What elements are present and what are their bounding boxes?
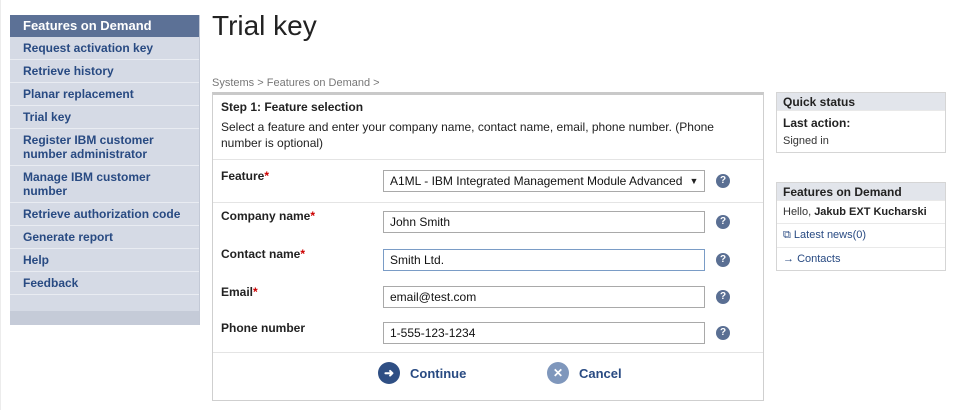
features-on-demand-box: Features on Demand Hello, Jakub EXT Kuch… (776, 182, 946, 271)
page-left-rule (0, 0, 1, 410)
breadcrumb-systems[interactable]: Systems (212, 77, 254, 89)
fod-box-title: Features on Demand (777, 183, 945, 200)
contact-name-label-text: Contact name (221, 247, 301, 261)
step-description: Select a feature and enter your company … (221, 120, 714, 150)
arrow-right-icon: ➜ (378, 362, 400, 384)
windows-icon: ⧉ (783, 229, 791, 241)
required-marker: * (300, 247, 306, 261)
greeting: Hello, Jakub EXT Kucharski (777, 200, 945, 223)
feature-label-text: Feature (221, 169, 265, 183)
nav-item-request-activation-key[interactable]: Request activation key (10, 37, 199, 60)
required-marker: * (264, 169, 270, 183)
breadcrumb-separator: > (373, 77, 380, 89)
step-title: Step 1: Feature selection (221, 100, 364, 114)
breadcrumb: Systems > Features on Demand > (212, 77, 380, 89)
nav-footer (10, 311, 199, 325)
phone-number-help-icon[interactable]: ? (716, 326, 730, 340)
email-help-icon[interactable]: ? (716, 290, 730, 304)
close-icon: ✕ (547, 362, 569, 384)
feature-help-icon[interactable]: ? (716, 174, 730, 188)
continue-button[interactable]: ➜ Continue (378, 362, 466, 384)
contact-name-input[interactable] (383, 249, 705, 271)
phone-number-input[interactable] (383, 322, 705, 344)
dropdown-arrow-icon: ▼ (688, 174, 700, 188)
feature-selection-panel: Step 1: Feature selection Select a featu… (212, 92, 764, 401)
breadcrumb-features-on-demand[interactable]: Features on Demand (267, 77, 370, 89)
cancel-button[interactable]: ✕ Cancel (547, 362, 622, 384)
user-name: Jakub EXT Kucharski (814, 206, 927, 218)
left-navigation: Features on Demand Request activation ke… (10, 15, 200, 325)
company-name-help-icon[interactable]: ? (716, 215, 730, 229)
contact-name-label: Contact name* (221, 247, 305, 261)
page-title: Trial key (212, 10, 317, 41)
quick-status-title: Quick status (777, 93, 945, 110)
breadcrumb-separator: > (257, 77, 264, 89)
company-name-label: Company name* (221, 209, 315, 223)
phone-number-label: Phone number (221, 321, 306, 335)
required-marker: * (310, 209, 316, 223)
last-action-label: Last action: (777, 110, 945, 135)
divider (213, 159, 763, 160)
cancel-button-label: Cancel (579, 365, 622, 381)
divider (213, 202, 763, 203)
arrow-right-icon: → (783, 253, 794, 265)
latest-news-row: ⧉ Latest news(0) (777, 223, 945, 247)
required-marker: * (253, 285, 258, 299)
company-name-label-text: Company name (221, 209, 311, 223)
nav-item-trial-key[interactable]: Trial key (10, 106, 199, 129)
contact-name-help-icon[interactable]: ? (716, 253, 730, 267)
nav-item-retrieve-authorization-code[interactable]: Retrieve authorization code (10, 203, 199, 226)
nav-item-generate-report[interactable]: Generate report (10, 226, 199, 249)
feature-select-value: A1ML - IBM Integrated Management Module … (390, 174, 683, 188)
email-label-text: Email (221, 285, 254, 299)
divider (213, 352, 763, 353)
email-input[interactable] (383, 286, 705, 308)
feature-label: Feature* (221, 169, 269, 183)
nav-item-retrieve-history[interactable]: Retrieve history (10, 60, 199, 83)
nav-item-planar-replacement[interactable]: Planar replacement (10, 83, 199, 106)
quick-status-box: Quick status Last action: Signed in (776, 92, 946, 153)
greeting-prefix: Hello, (783, 206, 815, 218)
contacts-row: → Contacts (777, 247, 945, 270)
nav-item-register-customer-number-admin[interactable]: Register IBM customer number administrat… (10, 129, 199, 166)
nav-item-feedback[interactable]: Feedback (10, 272, 199, 295)
last-action-value: Signed in (783, 135, 829, 147)
latest-news-link[interactable]: Latest news(0) (794, 229, 866, 241)
company-name-input[interactable] (383, 211, 705, 233)
contacts-link[interactable]: Contacts (797, 253, 840, 265)
email-label: Email* (221, 285, 258, 299)
continue-button-label: Continue (410, 365, 467, 381)
feature-select[interactable]: A1ML - IBM Integrated Management Module … (383, 170, 705, 192)
nav-header[interactable]: Features on Demand (10, 15, 199, 37)
nav-item-manage-customer-number[interactable]: Manage IBM customer number (10, 166, 199, 203)
nav-item-help[interactable]: Help (10, 249, 199, 272)
